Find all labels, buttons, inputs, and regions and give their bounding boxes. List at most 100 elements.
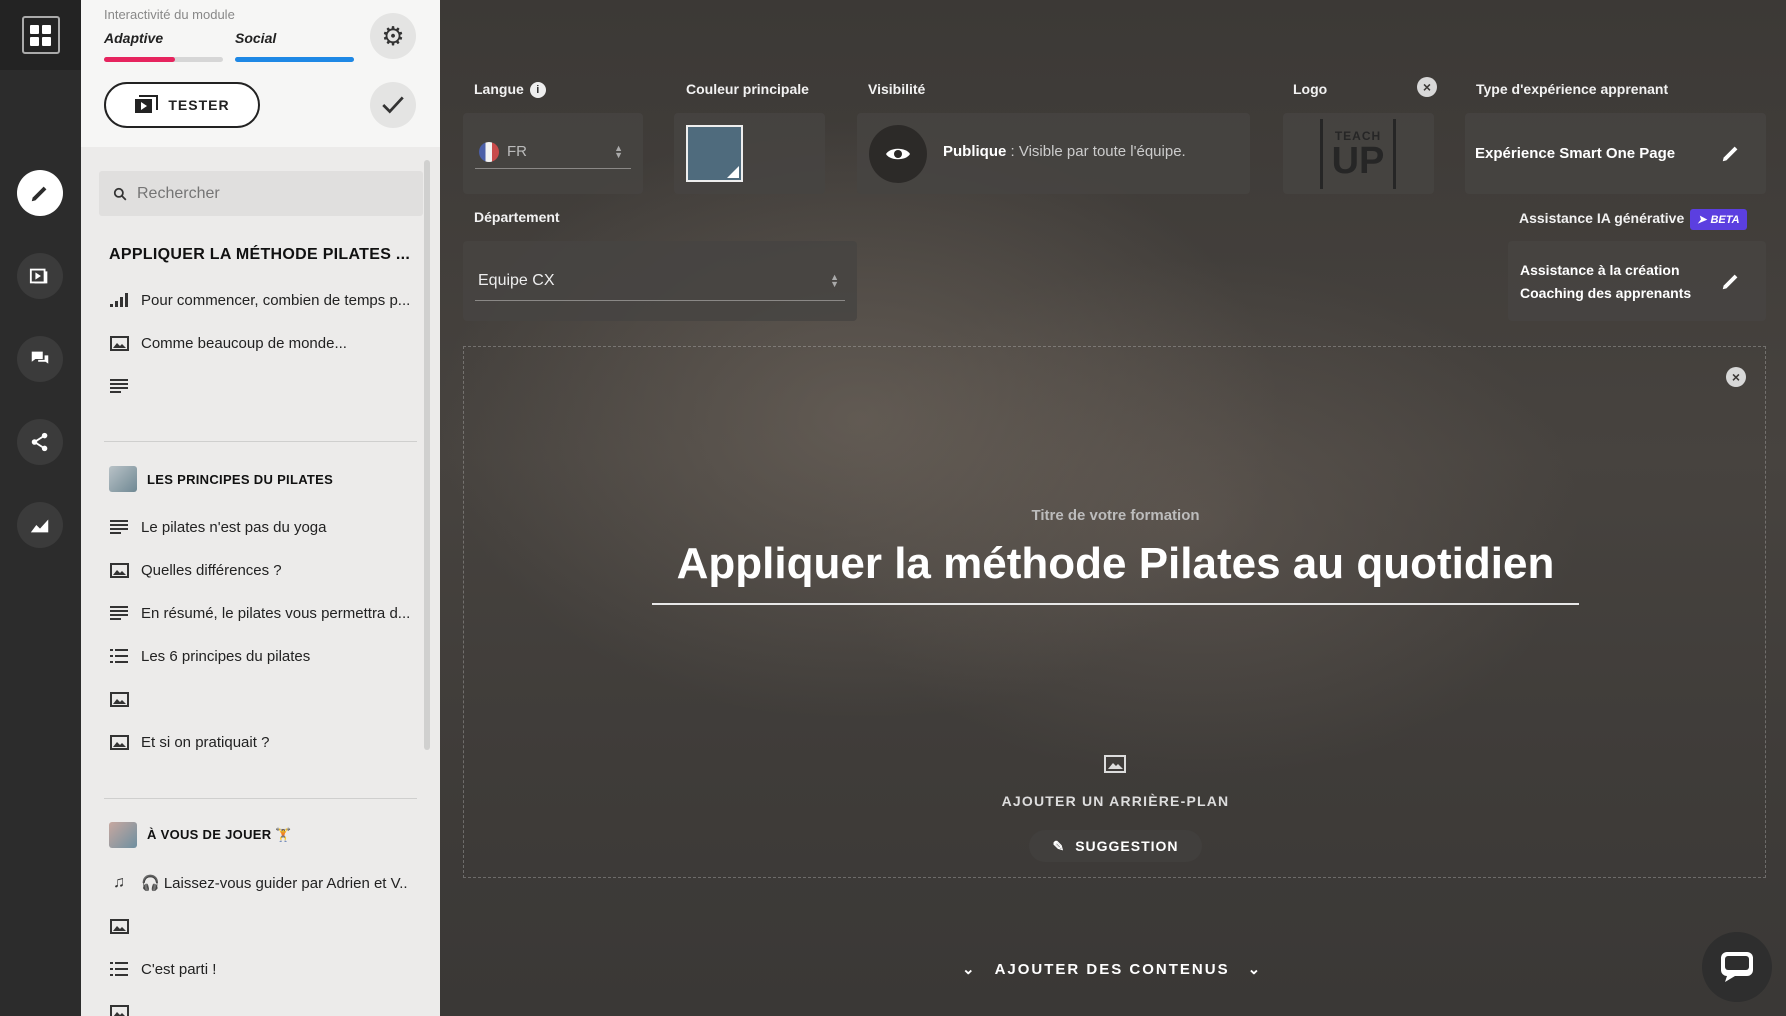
image-icon	[109, 691, 129, 707]
color-swatch[interactable]	[686, 125, 743, 182]
chart-area-icon	[30, 519, 49, 533]
double-chevron-down-icon: ⌄	[1247, 961, 1263, 978]
type-label: Type d'expérience apprenant	[1476, 81, 1669, 97]
list-item-label: Pour commencer, combien de temps p...	[141, 291, 409, 309]
double-chevron-down-icon: ⌄	[962, 961, 977, 978]
ia-field[interactable]: Assistance à la création Coaching des ap…	[1508, 241, 1766, 321]
list-item-label: Les 6 principes du pilates	[141, 647, 311, 665]
list-item[interactable]: Les 6 principes du pilates	[109, 638, 409, 674]
list-item[interactable]: En résumé, le pilates vous permettra d..…	[109, 595, 409, 631]
chapter-thumbnail	[109, 466, 137, 492]
chapter-title: À VOUS DE JOUER 🏋	[147, 827, 292, 842]
chapter-header[interactable]: À VOUS DE JOUER 🏋	[109, 822, 292, 848]
ia-text: Assistance à la création Coaching des ap…	[1520, 259, 1691, 305]
list-item[interactable]: C'est parti !	[109, 951, 409, 987]
updown-arrows-icon: ▲ ▼	[830, 271, 839, 289]
image-icon	[109, 734, 129, 750]
chat-button[interactable]	[1702, 932, 1772, 1002]
chapter-thumbnail	[109, 822, 137, 848]
magic-wand-icon: ✎	[1052, 837, 1066, 854]
list-item[interactable]: Le pilates n'est pas du yoga	[109, 509, 409, 545]
tester-label: TESTER	[168, 97, 230, 113]
suggestion-label: SUGGESTION	[1075, 838, 1179, 854]
settings-button[interactable]: ⚙	[370, 13, 416, 59]
add-content-button[interactable]: ⌄ AJOUTER DES CONTENUS ⌄	[962, 960, 1263, 979]
rail-stats-button[interactable]	[17, 502, 63, 548]
ia-line-2: Coaching des apprenants	[1520, 285, 1692, 301]
mode-adaptive[interactable]: Adaptive	[104, 30, 163, 46]
visibilite-label: Visibilité	[868, 81, 926, 97]
couleur-field	[674, 113, 825, 194]
cover-title-input[interactable]: Appliquer la méthode Pilates au quotidie…	[652, 539, 1579, 605]
play-slides-icon	[29, 268, 48, 284]
langue-value: FR	[507, 143, 527, 160]
add-content-label: AJOUTER DES CONTENUS	[994, 960, 1230, 978]
departement-value: Equipe CX	[478, 271, 555, 289]
pencil-icon[interactable]	[1720, 270, 1742, 292]
remove-logo-button[interactable]: ×	[1417, 77, 1437, 97]
list-item[interactable]: Et si on pratiquait ?	[109, 724, 409, 760]
list-item[interactable]: Pour commencer, combien de temps p...	[109, 282, 409, 318]
visibility-desc: : Visible par toute l'équipe.	[1006, 143, 1186, 160]
scrollbar[interactable]	[424, 160, 430, 750]
close-icon: ×	[1422, 79, 1432, 95]
interactivity-label: Interactivité du module	[104, 7, 235, 22]
share-nodes-icon	[31, 432, 48, 452]
visibility-toggle[interactable]	[869, 125, 927, 183]
logo-field[interactable]: TEACH UP	[1283, 113, 1434, 194]
rail-social-button[interactable]	[17, 336, 63, 382]
grid-icon	[21, 16, 60, 54]
flag-fr-icon	[479, 141, 499, 162]
list-item-label: C'est parti !	[141, 960, 217, 978]
validate-button[interactable]	[370, 82, 416, 128]
numbered-list-icon	[109, 961, 129, 977]
divider	[104, 798, 417, 799]
info-icon[interactable]: i	[529, 82, 546, 99]
chapter-header[interactable]: LES PRINCIPES DU PILATES	[109, 466, 333, 492]
rail-edit-button[interactable]	[17, 170, 63, 216]
list-item[interactable]	[109, 681, 409, 717]
list-item-label: Quelles différences ?	[141, 561, 282, 579]
social-bar	[235, 57, 354, 62]
remove-cover-button[interactable]: ×	[1726, 367, 1746, 387]
tester-button[interactable]: TESTER	[104, 82, 260, 128]
updown-arrows-icon: ▲ ▼	[614, 142, 623, 160]
rail-media-button[interactable]	[17, 253, 63, 299]
numbered-list-icon	[109, 648, 129, 664]
course-title[interactable]: APPLIQUER LA MÉTHODE PILATES ...	[109, 246, 410, 264]
apps-grid-button[interactable]	[0, 0, 81, 70]
rail-share-button[interactable]	[17, 419, 63, 465]
list-item[interactable]: ♫ 🎧 Laissez-vous guider par Adrien et V.…	[109, 865, 409, 901]
music-note-icon: ♫	[113, 874, 125, 891]
mode-social[interactable]: Social	[235, 30, 276, 46]
langue-label-text: Langue	[474, 81, 524, 97]
image-icon	[109, 562, 129, 578]
cover-subtitle: Titre de votre formation	[1031, 507, 1200, 524]
search-icon	[113, 187, 127, 200]
list-item[interactable]	[109, 368, 409, 404]
pencil-icon[interactable]	[1720, 142, 1742, 164]
logo-text-bottom: UP	[1331, 140, 1385, 182]
list-item[interactable]: Comme beaucoup de monde...	[109, 325, 409, 361]
departement-label: Département	[474, 209, 560, 225]
beta-text: BETA	[1710, 213, 1740, 226]
play-slides-icon	[135, 95, 159, 113]
search-box	[99, 171, 423, 216]
cover-block: × Titre de votre formation Appliquer la …	[463, 346, 1766, 878]
add-background-button[interactable]: AJOUTER UN ARRIÈRE-PLAN	[464, 793, 1767, 809]
search-input[interactable]	[137, 184, 397, 203]
list-item[interactable]	[109, 994, 409, 1016]
langue-select[interactable]: FR ▲ ▼	[475, 135, 631, 169]
image-icon	[109, 335, 129, 351]
eye-icon	[886, 148, 910, 160]
list-item-label: En résumé, le pilates vous permettra d..…	[141, 604, 409, 622]
image-icon	[109, 1004, 129, 1016]
departement-select[interactable]: Equipe CX ▲ ▼	[475, 261, 845, 301]
list-item[interactable]: Quelles différences ?	[109, 552, 409, 588]
departement-field: Equipe CX ▲ ▼	[463, 241, 857, 321]
type-field[interactable]: Expérience Smart One Page	[1465, 113, 1766, 194]
suggestion-button[interactable]: ✎ SUGGESTION	[1029, 830, 1202, 862]
text-lines-icon	[109, 379, 129, 393]
visibility-value: Publique	[943, 143, 1007, 160]
list-item[interactable]	[109, 908, 409, 944]
